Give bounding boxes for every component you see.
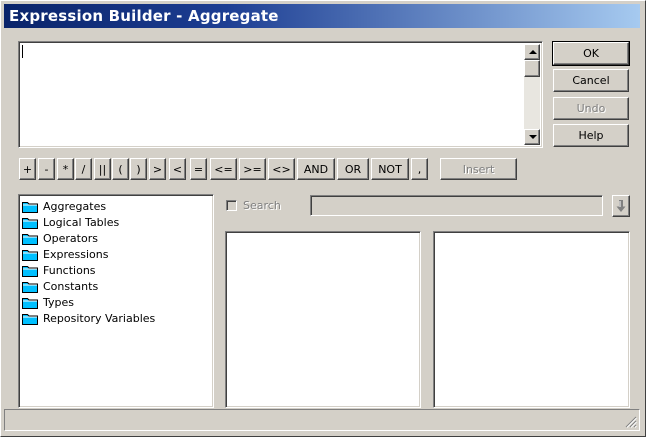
operator-and-button[interactable]: AND xyxy=(297,158,335,180)
arrow-up-icon xyxy=(529,50,537,54)
insert-button-label: Insert xyxy=(462,162,495,176)
size-grip-icon[interactable] xyxy=(625,416,637,428)
expression-builder-window: Expression Builder - Aggregate OK Cancel… xyxy=(0,0,646,437)
tree-item-label: Types xyxy=(43,295,74,309)
operator-label: * xyxy=(62,162,69,176)
tree-item-label: Aggregates xyxy=(43,199,107,213)
operator-label: OR xyxy=(344,162,362,176)
folder-icon xyxy=(22,201,38,213)
operator-label: ) xyxy=(136,162,141,176)
title-bar[interactable]: Expression Builder - Aggregate xyxy=(4,4,640,28)
tree-item-label: Functions xyxy=(43,263,96,277)
operator-label: NOT xyxy=(378,162,402,176)
expression-editor[interactable] xyxy=(18,41,543,148)
operator-label: || xyxy=(98,162,107,176)
operator-less-button[interactable]: < xyxy=(169,158,186,180)
operator-or-button[interactable]: OR xyxy=(337,158,369,180)
operator-label: < xyxy=(172,162,183,176)
expression-scrollbar[interactable] xyxy=(524,44,540,145)
scroll-down-button[interactable] xyxy=(524,129,540,145)
undo-button[interactable]: Undo xyxy=(553,97,629,120)
cancel-button[interactable]: Cancel xyxy=(553,69,629,92)
window-title: Expression Builder - Aggregate xyxy=(9,7,279,25)
operator-open-paren-button[interactable]: ( xyxy=(112,158,129,180)
tree-item-label: Constants xyxy=(43,279,99,293)
undo-button-label: Undo xyxy=(576,102,606,115)
operator-less-equal-button[interactable]: <= xyxy=(210,158,237,180)
folder-icon xyxy=(22,281,38,293)
operator-concat-button[interactable]: || xyxy=(94,158,111,180)
right-list-pane[interactable] xyxy=(433,231,630,408)
operator-label: ( xyxy=(118,162,123,176)
down-arrow-icon xyxy=(616,200,626,212)
folder-icon xyxy=(22,233,38,245)
operator-label: <> xyxy=(272,162,291,176)
operator-greater-button[interactable]: > xyxy=(149,158,166,180)
tree-list: Aggregates Logical Tables Operators Expr… xyxy=(22,198,155,326)
operator-divide-button[interactable]: / xyxy=(75,158,92,180)
scroll-up-button[interactable] xyxy=(524,44,540,60)
folder-icon xyxy=(22,313,38,325)
operator-label: <= xyxy=(214,162,233,176)
folder-icon xyxy=(22,297,38,309)
operator-plus-button[interactable]: + xyxy=(19,158,36,180)
tree-item-expressions[interactable]: Expressions xyxy=(22,246,155,262)
insert-button[interactable]: Insert xyxy=(440,158,517,180)
tree-item-functions[interactable]: Functions xyxy=(22,262,155,278)
tree-item-logical-tables[interactable]: Logical Tables xyxy=(22,214,155,230)
search-label: Search xyxy=(243,199,281,212)
operator-label: / xyxy=(81,162,86,176)
operator-minus-button[interactable]: - xyxy=(38,158,55,180)
operator-label: AND xyxy=(303,162,329,176)
operator-label: - xyxy=(44,162,49,176)
folder-icon xyxy=(22,249,38,261)
operator-not-button[interactable]: NOT xyxy=(371,158,409,180)
tree-item-types[interactable]: Types xyxy=(22,294,155,310)
tree-item-aggregates[interactable]: Aggregates xyxy=(22,198,155,214)
cancel-button-label: Cancel xyxy=(572,74,610,87)
help-button-label: Help xyxy=(578,129,604,142)
operator-not-equal-button[interactable]: <> xyxy=(268,158,295,180)
operator-label: , xyxy=(417,162,422,176)
tree-item-repository-variables[interactable]: Repository Variables xyxy=(22,310,155,326)
search-input[interactable] xyxy=(310,195,603,216)
operator-greater-equal-button[interactable]: >= xyxy=(239,158,266,180)
folder-icon xyxy=(22,217,38,229)
operator-label: = xyxy=(193,162,204,176)
operator-equals-button[interactable]: = xyxy=(190,158,207,180)
tree-item-label: Repository Variables xyxy=(43,311,156,325)
operator-label: + xyxy=(22,162,33,176)
operator-multiply-button[interactable]: * xyxy=(57,158,74,180)
help-button[interactable]: Help xyxy=(553,124,629,147)
status-bar xyxy=(4,409,640,431)
text-caret xyxy=(22,45,23,58)
tree-item-label: Logical Tables xyxy=(43,215,120,229)
search-go-button[interactable] xyxy=(612,195,630,217)
tree-item-constants[interactable]: Constants xyxy=(22,278,155,294)
ok-button[interactable]: OK xyxy=(552,41,630,66)
scroll-thumb[interactable] xyxy=(524,60,540,77)
category-tree[interactable]: Aggregates Logical Tables Operators Expr… xyxy=(18,194,214,408)
operator-label: >= xyxy=(243,162,262,176)
middle-list-pane[interactable] xyxy=(225,231,421,408)
operator-comma-button[interactable]: , xyxy=(411,158,428,180)
operator-label: > xyxy=(152,162,163,176)
arrow-down-icon xyxy=(529,135,537,139)
tree-item-operators[interactable]: Operators xyxy=(22,230,155,246)
folder-icon xyxy=(22,265,38,277)
tree-item-label: Operators xyxy=(43,231,98,245)
ok-button-label: OK xyxy=(583,47,599,60)
tree-item-label: Expressions xyxy=(43,247,109,261)
search-checkbox[interactable] xyxy=(226,200,237,211)
operator-close-paren-button[interactable]: ) xyxy=(130,158,147,180)
